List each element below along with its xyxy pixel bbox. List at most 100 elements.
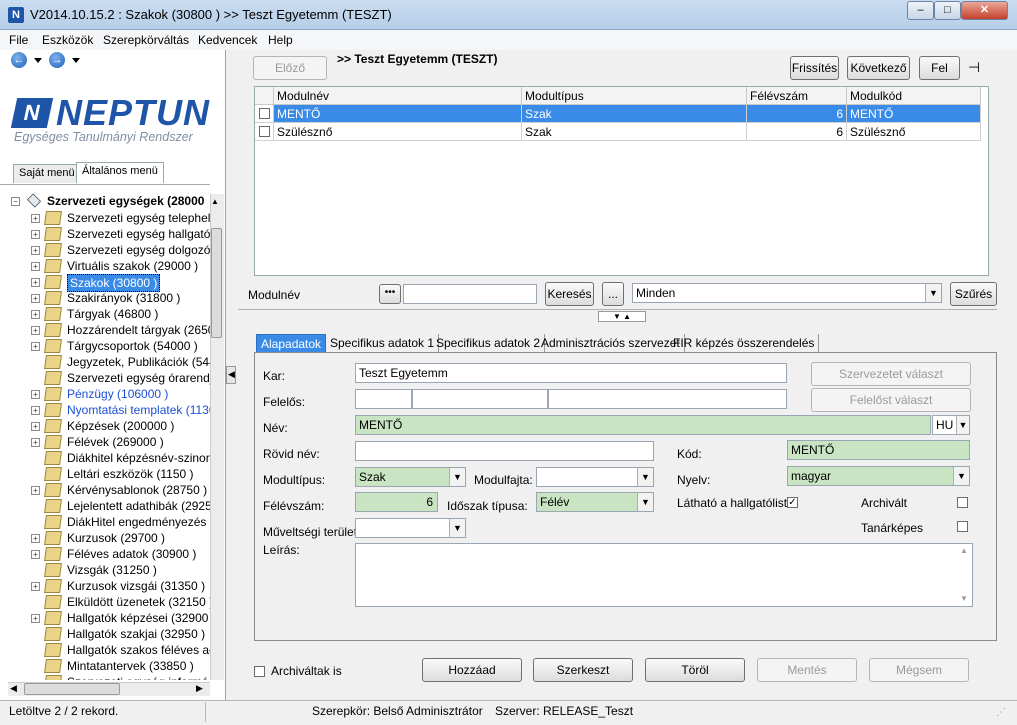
maximize-button[interactable]: □ <box>934 1 961 20</box>
table-cell-type[interactable]: Szak <box>522 123 747 141</box>
resize-grip-icon[interactable]: ⋰ <box>996 707 1006 718</box>
cancel-button[interactable]: Mégsem <box>869 658 969 682</box>
table-cell-name[interactable]: MENTŐ <box>274 105 522 123</box>
tree-item[interactable]: + Hallgatók képzései (32900 ) <box>0 610 210 626</box>
forward-dropdown-icon[interactable] <box>72 58 80 63</box>
table-cell-name[interactable]: Szülésznő <box>274 123 522 141</box>
chevron-down-icon[interactable]: ▼ <box>449 468 465 486</box>
table-cell-code[interactable]: Szülésznő <box>847 123 981 141</box>
nev-input[interactable]: MENTŐ <box>355 415 931 435</box>
tree-item[interactable]: + Nyomtatási templatek (11300 <box>0 402 210 418</box>
tree-item[interactable]: + Szervezeti egység telephelyei <box>0 210 210 226</box>
tab-specifikus-2[interactable]: Specifikus adatok 2 <box>432 334 546 353</box>
minimize-button[interactable]: – <box>907 1 934 20</box>
table-row[interactable]: Szülésznő Szak 6 Szülésznő <box>255 123 981 141</box>
grid-header-modulkod[interactable]: Modulkód <box>847 87 981 105</box>
menu-kedvencek[interactable]: Kedvencek <box>198 33 257 47</box>
collapse-icon[interactable]: − <box>11 197 20 206</box>
tree-item[interactable]: + Szakirányok (31800 ) <box>0 290 210 306</box>
search-input[interactable] <box>403 284 537 304</box>
tree-hscroll-thumb[interactable] <box>24 683 120 695</box>
archivalt-checkbox[interactable] <box>957 497 968 508</box>
szervezet-valaszt-button[interactable]: Szervezetet választ <box>811 362 971 386</box>
expand-icon[interactable]: + <box>31 614 40 623</box>
table-cell-semesters[interactable]: 6 <box>747 105 847 123</box>
tree-item[interactable]: + Kurzusok (29700 ) <box>0 530 210 546</box>
tab-adminisztracios[interactable]: Adminisztrációs szervezet <box>537 334 685 353</box>
tree-scroll-thumb[interactable] <box>211 228 222 338</box>
expand-icon[interactable]: + <box>31 534 40 543</box>
next-button[interactable]: Következő <box>847 56 910 80</box>
more-button[interactable]: ... <box>602 282 624 306</box>
lathato-checkbox[interactable]: ✓ <box>787 497 798 508</box>
chevron-down-icon[interactable]: ▼ <box>925 284 941 302</box>
dots-button[interactable]: ••• <box>379 284 401 304</box>
table-cell-semesters[interactable]: 6 <box>747 123 847 141</box>
tab-altalanos-menu[interactable]: Általános menü <box>76 162 164 183</box>
tree-item[interactable]: + Szervezeti egység dolgozói (2 <box>0 242 210 258</box>
add-button[interactable]: Hozzáad <box>422 658 522 682</box>
expand-icon[interactable]: + <box>31 246 40 255</box>
scroll-up-icon[interactable]: ▲ <box>211 197 219 206</box>
archivaltak-checkbox[interactable] <box>254 666 265 677</box>
chevron-down-icon[interactable]: ▼ <box>637 468 653 486</box>
delete-button[interactable]: Töröl <box>645 658 745 682</box>
expand-icon[interactable]: + <box>31 486 40 495</box>
prev-button[interactable]: Előző <box>253 56 327 80</box>
menu-szerepkorvaltas[interactable]: Szerepkörváltás <box>103 33 189 47</box>
close-button[interactable]: ✕ <box>961 1 1008 20</box>
tree-item[interactable]: Jegyzetek, Publikációk (5440 <box>0 354 210 370</box>
menu-help[interactable]: Help <box>268 33 293 47</box>
tree-item[interactable]: + Féléves adatok (30900 ) <box>0 546 210 562</box>
tree-item[interactable]: + Hozzárendelt tárgyak (2650 ) <box>0 322 210 338</box>
idoszak-select[interactable]: Félév ▼ <box>536 492 654 512</box>
row-checkbox[interactable] <box>259 126 270 137</box>
grid-header-felevszam[interactable]: Félévszám <box>747 87 847 105</box>
tree-item[interactable]: + Félévek (269000 ) <box>0 434 210 450</box>
filter-select[interactable]: Minden ▼ <box>632 283 942 303</box>
search-button[interactable]: Keresés <box>545 282 594 306</box>
expand-icon[interactable]: + <box>31 262 40 271</box>
tanarkepes-checkbox[interactable] <box>957 521 968 532</box>
tree-item[interactable]: Diákhitel képzésnév-szinonim <box>0 450 210 466</box>
pin-icon[interactable]: ⊣ <box>968 59 980 76</box>
tree-item[interactable]: + Szakok (30800 ) <box>0 274 210 292</box>
back-dropdown-icon[interactable] <box>34 58 42 63</box>
up-button[interactable]: Fel <box>919 56 960 80</box>
expand-icon[interactable]: + <box>31 310 40 319</box>
leiras-textarea[interactable] <box>355 543 973 607</box>
expand-icon[interactable]: + <box>31 422 40 431</box>
tree-item[interactable]: Leltári eszközök (1150 ) <box>0 466 210 482</box>
edit-button[interactable]: Szerkeszt <box>533 658 633 682</box>
kar-input[interactable]: Teszt Egyetemm <box>355 363 787 383</box>
tree-item[interactable]: Hallgatók szakos féléves ada <box>0 642 210 658</box>
tab-alapadatok[interactable]: Alapadatok <box>256 334 327 353</box>
row-select-cell[interactable] <box>255 123 274 141</box>
expand-icon[interactable]: + <box>31 214 40 223</box>
felelos-input-3[interactable] <box>548 389 787 409</box>
tree-item[interactable]: DiákHitel engedményezés (29 <box>0 514 210 530</box>
table-cell-type[interactable]: Szak <box>522 105 747 123</box>
felelos-valaszt-button[interactable]: Felelőst választ <box>811 388 971 412</box>
tree-item[interactable]: + Tárgycsoportok (54000 ) <box>0 338 210 354</box>
kod-input[interactable]: MENTŐ <box>787 440 970 460</box>
menu-file[interactable]: File <box>9 33 28 47</box>
tree-item[interactable]: Mintatantervek (33850 ) <box>0 658 210 674</box>
grid-header-modulnev[interactable]: Modulnév <box>274 87 522 105</box>
tab-sajat-menu[interactable]: Saját menü <box>13 164 81 183</box>
tree-item[interactable]: + Képzések (200000 ) <box>0 418 210 434</box>
felevszam-input[interactable]: 6 <box>355 492 438 512</box>
expand-icon[interactable]: + <box>31 406 40 415</box>
nev-lang-select[interactable]: HU ▼ <box>932 415 970 435</box>
muveltsegi-select[interactable]: ▼ <box>355 518 466 538</box>
tree-item[interactable]: + Szervezeti egység hallgatói (2 <box>0 226 210 242</box>
menu-eszkozok[interactable]: Eszközök <box>42 33 93 47</box>
tree-item[interactable]: Elküldött üzenetek (32150 ) <box>0 594 210 610</box>
scroll-left-icon[interactable]: ◀ <box>10 683 17 694</box>
tree-item[interactable]: + Virtuális szakok (29000 ) <box>0 258 210 274</box>
modultipus-select[interactable]: Szak ▼ <box>355 467 466 487</box>
chevron-down-icon[interactable]: ▼ <box>956 416 969 434</box>
table-cell-code[interactable]: MENTŐ <box>847 105 981 123</box>
refresh-button[interactable]: Frissítés <box>790 56 839 80</box>
rovid-nev-input[interactable] <box>355 441 654 461</box>
